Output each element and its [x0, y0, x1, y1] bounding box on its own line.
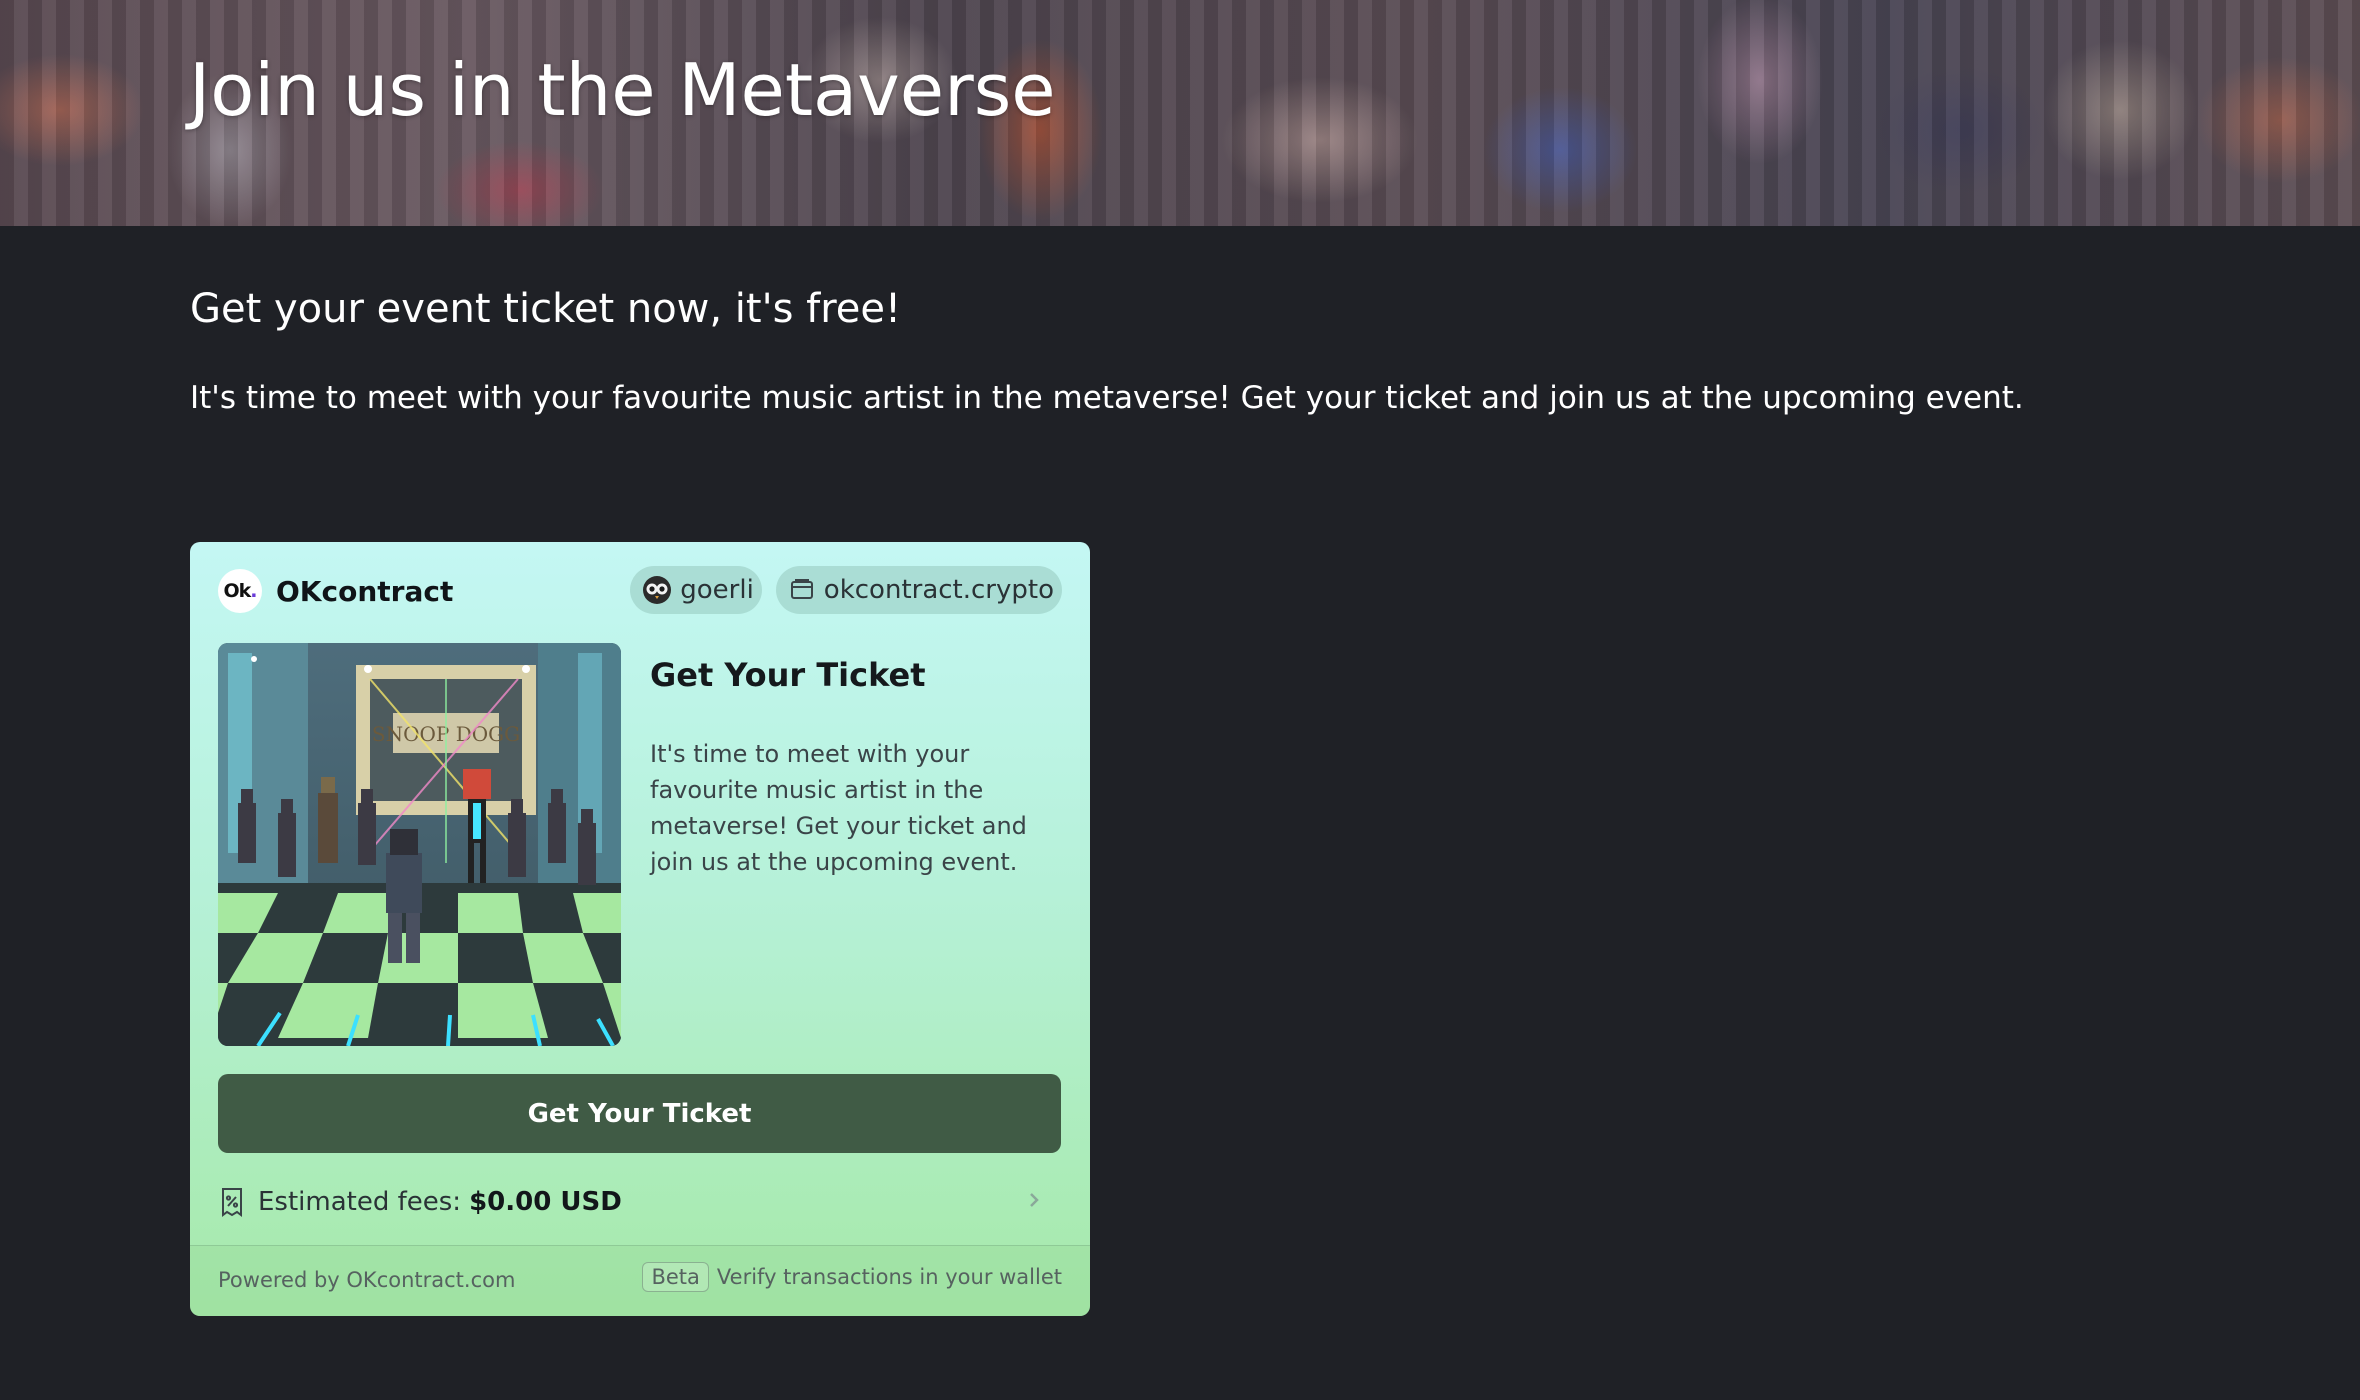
intro-text: It's time to meet with your favourite mu… — [190, 380, 2024, 416]
powered-by-link[interactable]: Powered by OKcontract.com — [218, 1268, 515, 1292]
account-label: okcontract.crypto — [823, 575, 1054, 605]
brand[interactable]: Ok. OKcontract — [218, 566, 453, 616]
beta-badge: Beta — [642, 1262, 709, 1292]
ticket-widget-card: Ok. OKcontract goerli okcontract.crypto … — [190, 542, 1090, 1316]
receipt-icon — [218, 1186, 246, 1218]
network-label: goerli — [680, 575, 754, 605]
fees-label: Estimated fees: — [258, 1187, 462, 1217]
footer-note: Beta Verify transactions in your wallet — [642, 1262, 1062, 1292]
product-title: Get Your Ticket — [650, 656, 926, 694]
logo-text: Ok — [223, 580, 251, 602]
hero-banner: Join us in the Metaverse — [0, 0, 2360, 226]
hero-title: Join us in the Metaverse — [189, 48, 1056, 132]
fees-amount: $0.00 USD — [469, 1187, 622, 1217]
page-subtitle: Get your event ticket now, it's free! — [190, 286, 902, 332]
chevron-right-icon — [1024, 1186, 1044, 1214]
verify-note: Verify transactions in your wallet — [716, 1265, 1062, 1289]
widget-header: Ok. OKcontract goerli okcontract.crypto — [218, 566, 1062, 616]
owl-icon — [642, 575, 672, 605]
okcontract-logo-icon: Ok. — [218, 569, 262, 613]
product-description: It's time to meet with your favourite mu… — [650, 740, 1027, 876]
get-ticket-button[interactable]: Get Your Ticket — [218, 1074, 1061, 1153]
wallet-icon — [788, 576, 816, 604]
network-pill[interactable]: goerli — [630, 566, 762, 614]
header-pills: goerli okcontract.crypto — [630, 566, 1062, 614]
brand-name: OKcontract — [276, 574, 454, 608]
estimated-fees-row[interactable]: Estimated fees: $0.00 USD — [218, 1182, 1062, 1222]
widget-footer: Powered by OKcontract.com Beta Verify tr… — [190, 1245, 1090, 1316]
event-image: SNOOP DOGG — [218, 643, 621, 1046]
account-pill[interactable]: okcontract.crypto — [775, 566, 1062, 614]
